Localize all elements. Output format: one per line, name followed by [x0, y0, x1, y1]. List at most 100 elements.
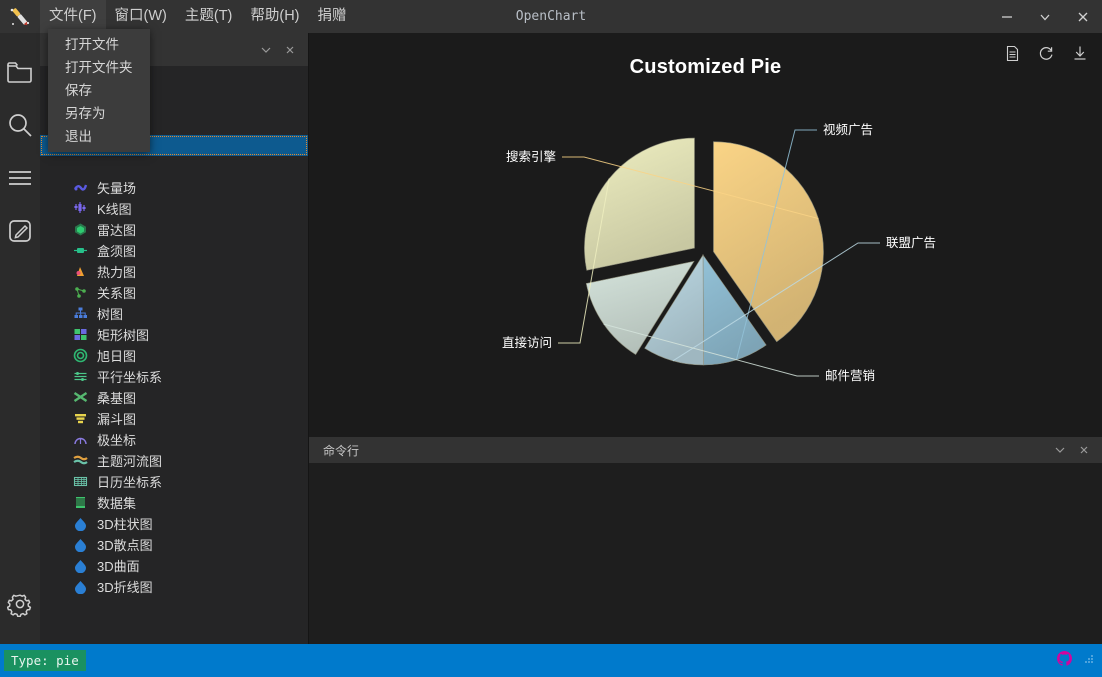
funnel-icon: [72, 411, 88, 427]
chart-type-funnel[interactable]: 漏斗图: [40, 408, 308, 429]
menu-save[interactable]: 保存: [48, 79, 150, 102]
chart-type-row[interactable]: [40, 156, 308, 177]
graph-network-icon: [72, 285, 88, 301]
activity-bar-top: [0, 33, 40, 257]
chart-type-label: K线图: [97, 202, 132, 217]
folder-icon[interactable]: [0, 45, 40, 98]
chart-type-dataset[interactable]: 数据集: [40, 492, 308, 513]
chart-type-bar3d[interactable]: 3D柱状图: [40, 513, 308, 534]
themeriver-icon: [72, 453, 88, 469]
chart-type-boxplot[interactable]: 盒须图: [40, 240, 308, 261]
chart-toolbox: [1002, 43, 1090, 63]
chart-type-radar[interactable]: 雷达图: [40, 219, 308, 240]
chart-type-label: 平行坐标系: [97, 370, 163, 385]
chart-type-polar[interactable]: 极坐标: [40, 429, 308, 450]
chart-type-list[interactable]: 矢量场 K线图雷达图 盒须图热力图关系图树图矩形树图旭日图平行坐标系桑基图漏斗图极坐…: [40, 66, 308, 644]
console-close-icon[interactable]: [1072, 438, 1096, 462]
scatter3d-icon: [72, 537, 88, 553]
file-menu-dropdown[interactable]: 打开文件 打开文件夹 保存 另存为 退出: [48, 29, 150, 152]
chart-type-surface3d[interactable]: 3D曲面: [40, 555, 308, 576]
chart-type-calendar[interactable]: 日历坐标系: [40, 471, 308, 492]
heatmap-icon: [72, 264, 88, 280]
pie-slice-label: 直接访问: [502, 335, 552, 350]
vector-field-icon: [72, 180, 88, 196]
line3d-icon: [72, 579, 88, 595]
chart-type-line3d[interactable]: 3D折线图: [40, 576, 308, 597]
gear-icon[interactable]: [0, 577, 40, 630]
menu-open-file[interactable]: 打开文件: [48, 33, 150, 56]
menu-item-donate[interactable]: 捐赠: [309, 0, 356, 33]
console-collapse-icon[interactable]: [1048, 438, 1072, 462]
pie-slice[interactable]: [584, 137, 695, 271]
app-logo-icon: [0, 0, 40, 33]
sankey-icon: [72, 390, 88, 406]
menu-exit[interactable]: 退出: [48, 125, 150, 148]
menu-open-folder[interactable]: 打开文件夹: [48, 56, 150, 79]
chart-type-candlestick[interactable]: K线图: [40, 198, 308, 219]
chart-type-label: 3D散点图: [97, 538, 153, 553]
status-bar-right: [1056, 650, 1102, 672]
minimize-button[interactable]: [988, 0, 1026, 33]
calendar-icon: [72, 474, 88, 490]
chart-type-label: 3D折线图: [97, 580, 153, 595]
dataset-icon: [72, 495, 88, 511]
menu-save-as[interactable]: 另存为: [48, 102, 150, 125]
edit-pencil-icon[interactable]: [0, 204, 40, 257]
chart-type-parallel-coords[interactable]: 平行坐标系: [40, 366, 308, 387]
menu-item-help[interactable]: 帮助(H): [241, 0, 308, 33]
chart-type-label: 漏斗图: [97, 412, 137, 427]
chart-type-scatter3d[interactable]: 3D散点图: [40, 534, 308, 555]
pie-slice-label: 搜索引擎: [506, 149, 556, 164]
chart-type-label: 矢量场: [97, 181, 137, 196]
menu-item-theme[interactable]: 主题(T): [176, 0, 242, 33]
status-badge: Type: pie: [4, 650, 86, 671]
console-header: 命令行: [309, 437, 1102, 463]
sidebar-close-icon[interactable]: [278, 38, 302, 62]
chart-type-label: 旭日图: [97, 349, 137, 364]
resize-grip-icon[interactable]: [1083, 652, 1095, 670]
chart-type-sankey[interactable]: 桑基图: [40, 387, 308, 408]
radar-icon: [72, 222, 88, 238]
console-output[interactable]: [309, 463, 1102, 644]
chart-type-themeriver[interactable]: 主题河流图: [40, 450, 308, 471]
app-window: 文件(F) 窗口(W) 主题(T) 帮助(H) 捐赠 OpenChart 矢量场…: [0, 0, 1102, 677]
candlestick-icon: [72, 201, 88, 217]
title-bar: 文件(F) 窗口(W) 主题(T) 帮助(H) 捐赠 OpenChart: [0, 0, 1102, 33]
chart-type-label: 热力图: [97, 265, 137, 280]
chart-type-graph-network[interactable]: 关系图: [40, 282, 308, 303]
refresh-icon[interactable]: [1036, 43, 1056, 63]
hamburger-icon[interactable]: [0, 151, 40, 204]
pie-slice-label: 联盟广告: [886, 236, 936, 250]
sidebar-collapse-icon[interactable]: [254, 38, 278, 62]
activity-bar-bottom: [0, 577, 40, 644]
chart-type-label: 矩形树图: [97, 328, 150, 343]
data-view-icon[interactable]: [1002, 43, 1022, 63]
surface3d-icon: [72, 558, 88, 574]
console-title: 命令行: [323, 443, 360, 458]
restore-button[interactable]: [1026, 0, 1064, 33]
parallel-coords-icon: [72, 369, 88, 385]
chart-type-tree[interactable]: 树图: [40, 303, 308, 324]
chart-type-label: 极坐标: [97, 433, 137, 448]
chart-type-vector-field[interactable]: 矢量场: [40, 177, 308, 198]
search-icon[interactable]: [0, 98, 40, 151]
chart-type-label: 3D曲面: [97, 559, 140, 574]
github-icon[interactable]: [1056, 650, 1073, 672]
status-bar: Type: pie: [0, 644, 1102, 677]
chart-type-label: 日历坐标系: [97, 475, 163, 490]
chart-type-heatmap[interactable]: 热力图: [40, 261, 308, 282]
bar3d-icon: [72, 516, 88, 532]
treemap-icon: [72, 327, 88, 343]
close-button[interactable]: [1064, 0, 1102, 33]
chart-type-sunburst[interactable]: 旭日图: [40, 345, 308, 366]
chart-type-label: 关系图: [97, 286, 137, 301]
console-panel: 命令行: [309, 437, 1102, 644]
hidden-row: [72, 159, 88, 175]
chart-type-treemap[interactable]: 矩形树图: [40, 324, 308, 345]
pie-chart: 搜索引擎 视频广告联盟广告邮件营销 直接访问: [502, 122, 936, 383]
chart-type-label: 数据集: [97, 496, 137, 511]
chart-type-label: 主题河流图: [97, 454, 163, 469]
download-icon[interactable]: [1070, 43, 1090, 63]
activity-bar: [0, 33, 40, 644]
polar-icon: [72, 432, 88, 448]
